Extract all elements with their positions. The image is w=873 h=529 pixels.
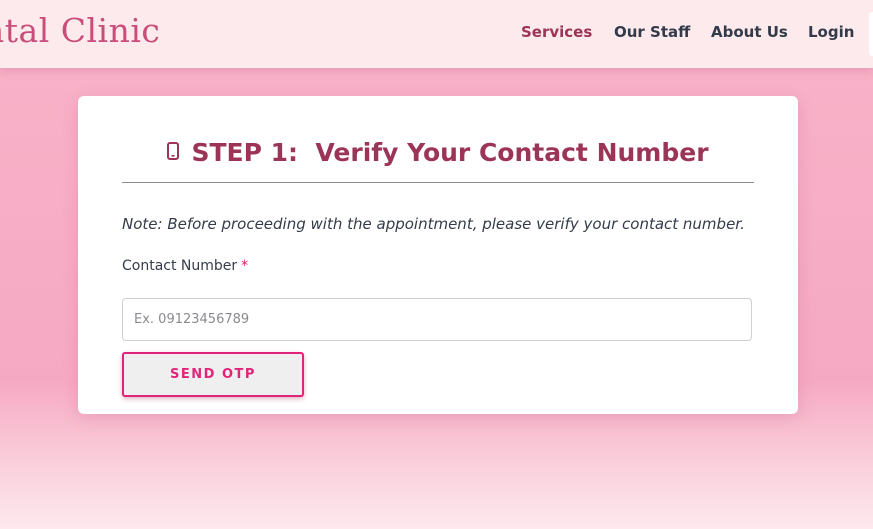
title-divider <box>122 182 754 183</box>
card-title: STEP 1: Verify Your Contact Number <box>122 138 754 169</box>
contact-number-label: Contact Number * <box>122 258 248 274</box>
nav-link-about-us[interactable]: About Us <box>711 23 788 41</box>
verification-note: Note: Before proceeding with the appoint… <box>122 215 745 233</box>
send-otp-button[interactable]: SEND OTP <box>122 352 304 397</box>
card-title-text: STEP 1: Verify Your Contact Number <box>191 138 709 167</box>
brand-logo-text[interactable]: ntal Clinic <box>0 11 160 50</box>
mobile-phone-icon <box>167 137 180 166</box>
verify-contact-card: STEP 1: Verify Your Contact Number Note:… <box>78 96 798 414</box>
contact-number-label-text: Contact Number <box>122 258 238 274</box>
nav-link-login[interactable]: Login <box>808 23 854 41</box>
navbar-edge-element <box>869 12 873 56</box>
nav-link-services[interactable]: Services <box>521 23 592 41</box>
contact-number-input[interactable] <box>122 298 752 341</box>
required-asterisk: * <box>241 258 249 274</box>
top-navbar: ntal Clinic Services Our Staff About Us … <box>0 0 873 68</box>
nav-link-our-staff[interactable]: Our Staff <box>614 23 690 41</box>
